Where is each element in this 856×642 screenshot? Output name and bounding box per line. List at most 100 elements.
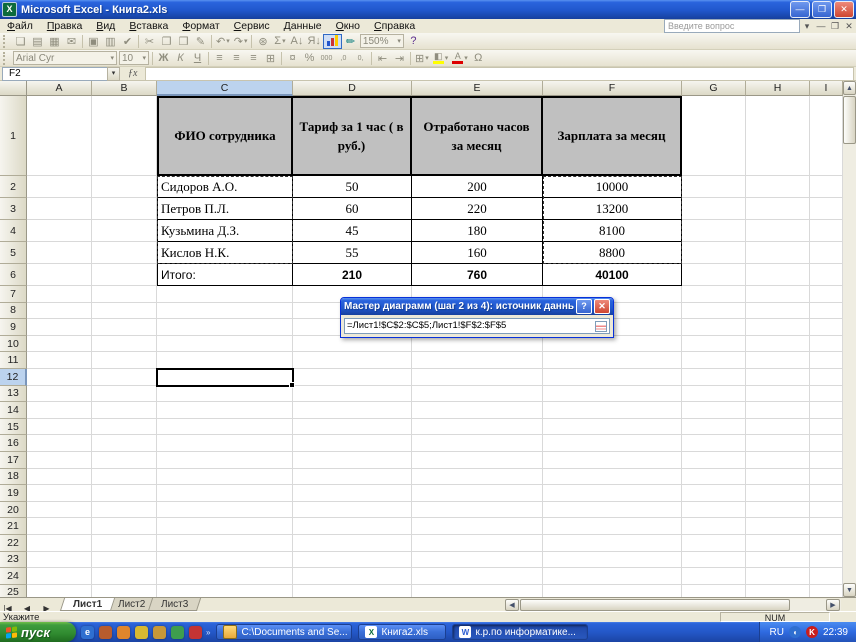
cell-F17[interactable] — [543, 452, 682, 469]
cell-E24[interactable] — [412, 568, 543, 585]
close-button[interactable]: ✕ — [834, 1, 854, 18]
help-icon[interactable]: ? — [405, 34, 422, 49]
cell-H21[interactable] — [746, 518, 810, 535]
cell-I10[interactable] — [810, 336, 843, 353]
menu-item-3[interactable]: Вид — [89, 19, 122, 33]
row-header-20[interactable]: 20 — [0, 502, 27, 519]
scroll-up-icon[interactable]: ▲ — [843, 81, 856, 95]
cell-G3[interactable] — [682, 198, 746, 220]
cell-B17[interactable] — [92, 452, 157, 469]
underline-icon[interactable]: Ч — [189, 51, 206, 66]
row-header-11[interactable]: 11 — [0, 352, 27, 369]
toolbar-options-icon[interactable]: ▾ — [800, 21, 814, 32]
cell-C11[interactable] — [157, 352, 293, 369]
insert-function-icon[interactable]: ƒx — [128, 68, 137, 79]
column-header-D[interactable]: D — [293, 81, 412, 96]
tray-icon-antivirus[interactable]: K — [806, 626, 818, 638]
cell-A3[interactable] — [27, 198, 92, 220]
cell-A19[interactable] — [27, 485, 92, 502]
zoom-combo[interactable]: 150%▾ — [360, 34, 404, 48]
font-name-dropdown-icon[interactable]: ▾ — [107, 54, 114, 62]
cell-I1[interactable] — [810, 96, 843, 176]
cell-B19[interactable] — [92, 485, 157, 502]
table-cell[interactable]: 8100 — [543, 220, 682, 242]
cell-C10[interactable] — [157, 336, 293, 353]
cell-E16[interactable] — [412, 435, 543, 452]
minimize-button[interactable]: — — [790, 1, 810, 18]
cell-H25[interactable] — [746, 585, 810, 597]
align-right-icon[interactable]: ≡ — [245, 51, 262, 66]
row-header-10[interactable]: 10 — [0, 336, 27, 353]
row-header-17[interactable]: 17 — [0, 452, 27, 469]
merge-and-center-icon[interactable]: ⊞ — [262, 51, 279, 66]
column-header-A[interactable]: A — [27, 81, 92, 96]
insert-hyperlink-icon[interactable]: ⊛ — [254, 34, 271, 49]
cell-F10[interactable] — [543, 336, 682, 353]
cell-C25[interactable] — [157, 585, 293, 597]
cell-I15[interactable] — [810, 419, 843, 436]
cell-B2[interactable] — [92, 176, 157, 198]
cell-I11[interactable] — [810, 352, 843, 369]
table-cell[interactable]: 45 — [293, 220, 412, 242]
cell-D18[interactable] — [293, 469, 412, 486]
cell-D13[interactable] — [293, 386, 412, 403]
cell-G13[interactable] — [682, 386, 746, 403]
cell-C24[interactable] — [157, 568, 293, 585]
cell-C18[interactable] — [157, 469, 293, 486]
cell-I14[interactable] — [810, 402, 843, 419]
cell-I21[interactable] — [810, 518, 843, 535]
cell-H20[interactable] — [746, 502, 810, 519]
cell-F23[interactable] — [543, 552, 682, 569]
cell-B8[interactable] — [92, 303, 157, 320]
cell-A5[interactable] — [27, 242, 92, 264]
cell-B3[interactable] — [92, 198, 157, 220]
row-header-15[interactable]: 15 — [0, 419, 27, 436]
cell-E20[interactable] — [412, 502, 543, 519]
table-cell[interactable]: 55 — [293, 242, 412, 264]
font-size-dropdown-icon[interactable]: ▾ — [139, 54, 146, 62]
cell-B23[interactable] — [92, 552, 157, 569]
cell-H9[interactable] — [746, 319, 810, 336]
cell-I4[interactable] — [810, 220, 843, 242]
cell-C17[interactable] — [157, 452, 293, 469]
font-size-combo[interactable]: 10▾ — [119, 51, 149, 65]
cell-A10[interactable] — [27, 336, 92, 353]
cell-H10[interactable] — [746, 336, 810, 353]
sort-descending-icon[interactable]: Я↓ — [305, 34, 322, 49]
currency-style-icon[interactable]: ¤ — [284, 51, 301, 66]
cell-F24[interactable] — [543, 568, 682, 585]
cell-F14[interactable] — [543, 402, 682, 419]
cell-E14[interactable] — [412, 402, 543, 419]
table-cell[interactable]: 50 — [293, 176, 412, 198]
menu-item-1[interactable]: Файл — [0, 19, 40, 33]
cell-E23[interactable] — [412, 552, 543, 569]
drawing-icon[interactable]: ✏ — [342, 34, 359, 49]
cell-A15[interactable] — [27, 419, 92, 436]
quick-launch-icon-2[interactable] — [99, 626, 112, 639]
percent-style-icon[interactable]: % — [301, 51, 318, 66]
table-header-cell[interactable]: Отработано часов за месяц — [412, 96, 543, 176]
cell-I18[interactable] — [810, 469, 843, 486]
cell-I2[interactable] — [810, 176, 843, 198]
cell-G5[interactable] — [682, 242, 746, 264]
undo-icon[interactable]: ↶▾ — [214, 34, 232, 49]
table-total-cell[interactable]: 210 — [293, 264, 412, 286]
decrease-decimal-icon[interactable]: 0, — [352, 51, 369, 66]
collapse-dialog-icon[interactable] — [595, 321, 607, 332]
cell-A4[interactable] — [27, 220, 92, 242]
cell-F18[interactable] — [543, 469, 682, 486]
cell-A6[interactable] — [27, 264, 92, 286]
column-header-G[interactable]: G — [682, 81, 746, 96]
row-header-12[interactable]: 12 — [0, 369, 27, 386]
cell-A13[interactable] — [27, 386, 92, 403]
cell-B11[interactable] — [92, 352, 157, 369]
table-total-cell[interactable]: 760 — [412, 264, 543, 286]
comma-style-icon[interactable]: 000 — [318, 51, 335, 66]
font-name-combo[interactable]: Arial Cyr▾ — [13, 51, 117, 65]
dialog-help-button[interactable]: ? — [576, 299, 592, 314]
font-color-icon[interactable]: А▾ — [450, 51, 470, 66]
scroll-left-icon[interactable]: ◀ — [505, 599, 519, 611]
sort-ascending-icon[interactable]: А↓ — [288, 34, 305, 49]
workbook-restore-icon[interactable]: ❐ — [828, 21, 842, 32]
zoom-dropdown-icon[interactable]: ▾ — [394, 37, 401, 45]
